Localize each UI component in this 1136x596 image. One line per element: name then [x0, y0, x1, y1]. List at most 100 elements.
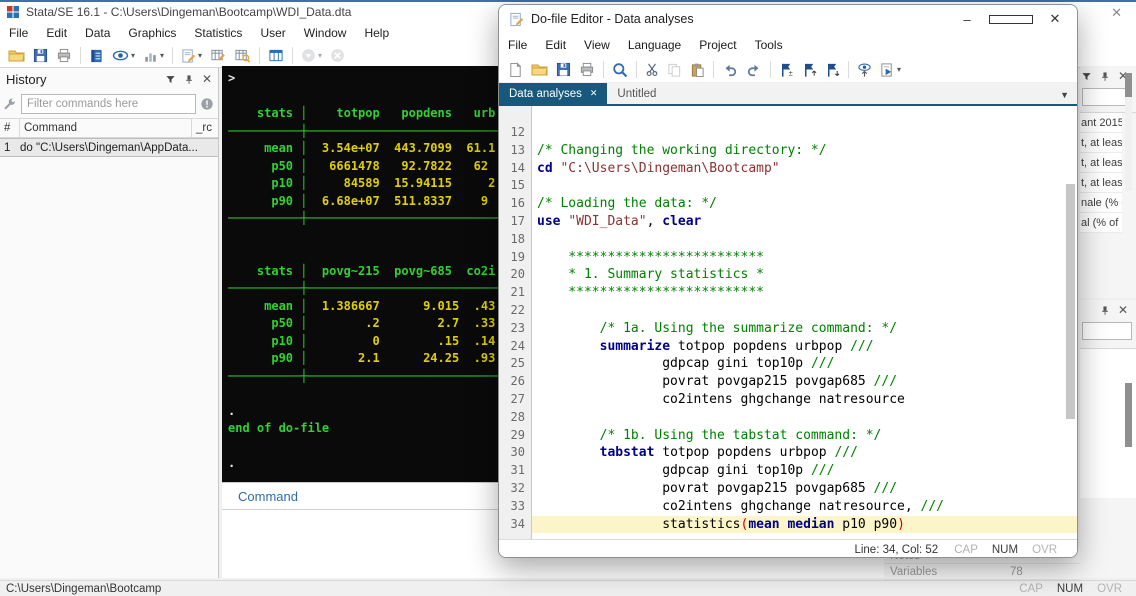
code-line-18[interactable]: 18	[499, 231, 1077, 249]
code-line-16[interactable]: 16/* Loading the data: */	[499, 195, 1077, 213]
more-down-button[interactable]: ▾	[298, 47, 325, 64]
main-menu-edit[interactable]: Edit	[37, 24, 76, 42]
history-col-rc[interactable]: _rc	[192, 119, 218, 137]
close-icon[interactable]: ✕	[202, 72, 212, 86]
editor-scrollbar[interactable]	[1066, 184, 1075, 419]
history-filter-input[interactable]	[21, 94, 196, 114]
bookmark-next-button[interactable]	[822, 61, 843, 79]
bookmark-prev-button[interactable]	[799, 61, 820, 79]
code-line-23[interactable]: 23 /* 1a. Using the summarize command: *…	[499, 320, 1077, 338]
variable-item[interactable]: t, at leas	[1080, 133, 1122, 153]
code-line-34[interactable]: 34 statistics(mean median p10 p90)	[499, 516, 1077, 534]
close-icon[interactable]: ✕	[1118, 303, 1128, 317]
caret-down-icon[interactable]: ▾	[198, 51, 202, 60]
main-menu-user[interactable]: User	[251, 24, 294, 42]
editor-menu-tools[interactable]: Tools	[746, 36, 792, 54]
new-file-button[interactable]	[505, 61, 526, 79]
tab-untitled[interactable]: Untitled	[607, 83, 666, 104]
code-line-27[interactable]: 27 co2intens ghgchange natresource	[499, 391, 1077, 409]
main-menu-window[interactable]: Window	[295, 24, 356, 42]
code-line-13[interactable]: 13/* Changing the working directory: */	[499, 142, 1077, 160]
main-menu-statistics[interactable]: Statistics	[185, 24, 251, 42]
copy-button[interactable]	[664, 61, 685, 79]
close-button[interactable]: ✕	[1033, 11, 1077, 27]
minimize-button[interactable]: –	[945, 12, 989, 27]
variable-item[interactable]: ant 2015	[1080, 113, 1122, 133]
bookmark-toggle-button[interactable]: ±	[776, 61, 797, 79]
save-button[interactable]	[553, 61, 574, 78]
history-col-command[interactable]: Command	[20, 119, 192, 137]
caret-down-icon[interactable]: ▾	[897, 65, 901, 74]
do-editor-button[interactable]: ▾	[178, 47, 205, 65]
code-line-32[interactable]: 32 povrat povgap215 povgap685 ///	[499, 480, 1077, 498]
open-folder-button[interactable]	[528, 61, 551, 78]
editor-titlebar[interactable]: Do-file Editor - Data analyses – ✕	[499, 5, 1077, 33]
variable-item[interactable]: al (% of	[1080, 213, 1122, 233]
tab-list-caret-icon[interactable]: ▼	[1060, 90, 1069, 100]
code-line-15[interactable]: 15	[499, 177, 1077, 195]
code-line-31[interactable]: 31 gdpcap gini top10p ///	[499, 462, 1077, 480]
log-button[interactable]	[86, 47, 107, 65]
data-editor-button[interactable]	[207, 47, 229, 64]
filter-icon[interactable]	[1081, 71, 1092, 82]
main-close-button[interactable]: ✕	[1111, 5, 1122, 21]
code-line-20[interactable]: 20 * 1. Summary statistics *	[499, 266, 1077, 284]
code-editor-area[interactable]: 12 13/* Changing the working directory: …	[499, 106, 1077, 539]
open-folder-button[interactable]	[5, 47, 28, 64]
editor-menu-edit[interactable]: Edit	[536, 36, 575, 54]
code-line-14[interactable]: 14cd "C:\Users\Dingeman\Bootcamp"	[499, 160, 1077, 178]
pin-icon[interactable]	[1100, 71, 1110, 82]
caret-down-icon[interactable]: ▾	[131, 51, 135, 60]
maximize-button[interactable]	[989, 12, 1033, 27]
data-browser-button[interactable]	[231, 47, 254, 64]
variable-item[interactable]: t, at leas	[1080, 153, 1122, 173]
variable-item[interactable]: t, at leas	[1080, 173, 1122, 193]
cut-button[interactable]	[642, 61, 662, 79]
redo-button[interactable]	[743, 62, 765, 78]
main-menu-data[interactable]: Data	[76, 24, 119, 42]
wrench-icon[interactable]	[2, 97, 17, 112]
editor-menu-file[interactable]: File	[499, 36, 536, 54]
editor-menu-language[interactable]: Language	[619, 36, 690, 54]
print-button[interactable]	[576, 61, 598, 78]
properties-scrollbar[interactable]	[1125, 383, 1132, 447]
break-x-button[interactable]	[327, 47, 348, 64]
preview-button[interactable]	[854, 61, 875, 79]
variable-item[interactable]: nale (% c	[1080, 193, 1122, 213]
variables-scrollbar[interactable]	[1125, 73, 1132, 191]
main-menu-file[interactable]: File	[0, 24, 37, 42]
variables-manager-button[interactable]	[265, 47, 287, 64]
code-line-30[interactable]: 30 tabstat totpop popdens urbpop ///	[499, 444, 1077, 462]
code-line-21[interactable]: 21 *************************	[499, 284, 1077, 302]
pin-icon[interactable]	[1100, 305, 1110, 316]
history-col-num[interactable]: #	[0, 119, 20, 137]
tab-data-analyses[interactable]: Data analyses✕	[499, 83, 607, 104]
viewer-eye-button[interactable]: ▾	[109, 48, 138, 63]
paste-button[interactable]	[687, 61, 708, 79]
pin-icon[interactable]	[184, 74, 194, 85]
graph-button[interactable]: ▾	[140, 48, 167, 64]
code-line-22[interactable]: 22	[499, 302, 1077, 320]
code-line-33[interactable]: 33 co2intens ghgchange natresource, ///	[499, 498, 1077, 516]
code-line-25[interactable]: 25 gdpcap gini top10p ///	[499, 355, 1077, 373]
print-button[interactable]	[53, 47, 75, 64]
code-line-26[interactable]: 26 povrat povgap215 povgap685 ///	[499, 373, 1077, 391]
main-menu-help[interactable]: Help	[355, 24, 398, 42]
editor-menu-project[interactable]: Project	[690, 36, 745, 54]
caret-down-icon[interactable]: ▾	[318, 51, 322, 60]
save-button[interactable]	[30, 47, 51, 64]
history-row[interactable]: 1do "C:\Users\Dingeman\AppData...	[0, 138, 218, 157]
info-icon[interactable]	[200, 97, 214, 111]
run-do-button[interactable]: ▾	[877, 61, 904, 79]
find-button[interactable]	[609, 61, 631, 79]
code-line-17[interactable]: 17use "WDI_Data", clear	[499, 213, 1077, 231]
main-menu-graphics[interactable]: Graphics	[119, 24, 185, 42]
editor-menu-view[interactable]: View	[575, 36, 619, 54]
tab-close-icon[interactable]: ✕	[590, 88, 598, 99]
code-line-19[interactable]: 19 *************************	[499, 249, 1077, 267]
code-line-24[interactable]: 24 summarize totpop popdens urbpop ///	[499, 338, 1077, 356]
filter-icon[interactable]	[165, 74, 176, 85]
undo-button[interactable]	[719, 62, 741, 78]
code-line-29[interactable]: 29 /* 1b. Using the tabstat command: */	[499, 427, 1077, 445]
caret-down-icon[interactable]: ▾	[160, 51, 164, 60]
